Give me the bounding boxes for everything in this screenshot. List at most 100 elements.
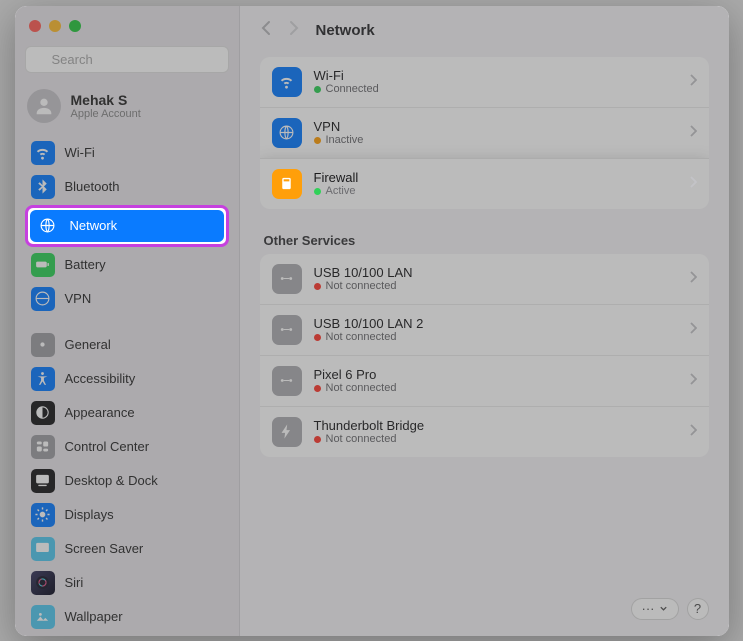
service-title: Pixel 6 Pro: [314, 367, 397, 382]
battery-icon: [31, 253, 55, 277]
wifi-icon: [272, 67, 302, 97]
sidebar-item-battery[interactable]: Battery: [25, 249, 229, 281]
close-window-button[interactable]: [29, 20, 41, 32]
service-row-pixel[interactable]: Pixel 6 ProNot connected: [260, 355, 709, 406]
service-row-vpn[interactable]: VPNInactive: [260, 107, 709, 158]
search-input[interactable]: [25, 46, 229, 73]
usb1-icon: [272, 264, 302, 294]
sidebar-item-desktop-dock[interactable]: Desktop & Dock: [25, 465, 229, 497]
vpn-icon: [31, 287, 55, 311]
usb2-icon: [272, 315, 302, 345]
sidebar-item-label: Network: [70, 218, 118, 233]
service-row-usb1[interactable]: USB 10/100 LANNot connected: [260, 254, 709, 304]
sidebar-item-label: Desktop & Dock: [65, 473, 158, 488]
sidebar: Mehak S Apple Account Wi-Fi Bluetooth Netw…: [15, 6, 240, 636]
account-name: Mehak S: [71, 92, 141, 108]
status-dot: [314, 385, 321, 392]
avatar: [27, 89, 61, 123]
status-dot: [314, 188, 321, 195]
sidebar-item-appearance[interactable]: Appearance: [25, 397, 229, 429]
pixel-icon: [272, 366, 302, 396]
sidebar-item-label: Appearance: [65, 405, 135, 420]
sidebar-item-accessibility[interactable]: Accessibility: [25, 363, 229, 395]
sidebar-item-label: Control Center: [65, 439, 150, 454]
status-dot: [314, 283, 321, 290]
sidebar-item-wallpaper[interactable]: Wallpaper: [25, 601, 229, 633]
sidebar-list: Wi-Fi Bluetooth Network Battery VPN General Ac…: [25, 137, 229, 636]
service-status: Connected: [314, 83, 379, 95]
thunderbolt-icon: [272, 417, 302, 447]
service-status: Inactive: [314, 134, 364, 146]
sidebar-item-wifi[interactable]: Wi-Fi: [25, 137, 229, 169]
sidebar-item-label: Battery: [65, 257, 106, 272]
search-field[interactable]: [25, 46, 229, 73]
chevron-right-icon: [689, 176, 697, 191]
service-title: Wi-Fi: [314, 68, 379, 83]
screen-saver-icon: [31, 537, 55, 561]
sidebar-item-label: Siri: [65, 575, 84, 590]
status-dot: [314, 436, 321, 443]
service-row-thunderbolt[interactable]: Thunderbolt BridgeNot connected: [260, 406, 709, 457]
main-services-list: Wi-FiConnectedVPNInactiveFirewallActive: [260, 57, 709, 209]
status-dot: [314, 137, 321, 144]
forward-button[interactable]: [288, 20, 300, 41]
status-dot: [314, 86, 321, 93]
service-status: Not connected: [314, 280, 413, 292]
chevron-right-icon: [689, 271, 697, 286]
sidebar-item-label: VPN: [65, 291, 92, 306]
help-button[interactable]: ?: [687, 598, 709, 620]
sidebar-item-general[interactable]: General: [25, 329, 229, 361]
other-services-label: Other Services: [264, 233, 709, 248]
service-row-wifi[interactable]: Wi-FiConnected: [260, 57, 709, 107]
service-status: Active: [314, 185, 359, 197]
service-title: Firewall: [314, 170, 359, 185]
chevron-right-icon: [689, 322, 697, 337]
appearance-icon: [31, 401, 55, 425]
vpn-icon: [272, 118, 302, 148]
main-panel: Network Wi-FiConnectedVPNInactiveFirewal…: [240, 6, 729, 636]
service-status: Not connected: [314, 331, 424, 343]
service-row-firewall[interactable]: FirewallActive: [260, 158, 709, 209]
page-title: Network: [316, 22, 375, 39]
back-button[interactable]: [260, 20, 272, 41]
service-title: VPN: [314, 119, 364, 134]
network-icon: [36, 214, 60, 238]
sidebar-item-screen-saver[interactable]: Screen Saver: [25, 533, 229, 565]
sidebar-item-vpn[interactable]: VPN: [25, 283, 229, 315]
chevron-right-icon: [689, 424, 697, 439]
service-status: Not connected: [314, 433, 425, 445]
general-icon: [31, 333, 55, 357]
control-center-icon: [31, 435, 55, 459]
sidebar-item-control-center[interactable]: Control Center: [25, 431, 229, 463]
other-services-list: USB 10/100 LANNot connectedUSB 10/100 LA…: [260, 254, 709, 457]
maximize-window-button[interactable]: [69, 20, 81, 32]
sidebar-item-displays[interactable]: Displays: [25, 499, 229, 531]
firewall-icon: [272, 169, 302, 199]
sidebar-item-network[interactable]: Network: [30, 210, 224, 242]
sidebar-item-label: General: [65, 337, 111, 352]
minimize-window-button[interactable]: [49, 20, 61, 32]
account-row[interactable]: Mehak S Apple Account: [25, 85, 229, 137]
displays-icon: [31, 503, 55, 527]
accessibility-icon: [31, 367, 55, 391]
status-dot: [314, 334, 321, 341]
desktop-dock-icon: [31, 469, 55, 493]
account-subtitle: Apple Account: [71, 108, 141, 120]
window-controls: [25, 16, 229, 46]
wifi-icon: [31, 141, 55, 165]
sidebar-item-label: Wi-Fi: [65, 145, 95, 160]
sidebar-item-label: Accessibility: [65, 371, 136, 386]
service-row-usb2[interactable]: USB 10/100 LAN 2Not connected: [260, 304, 709, 355]
chevron-right-icon: [689, 373, 697, 388]
sidebar-item-label: Screen Saver: [65, 541, 144, 556]
more-menu-button[interactable]: ···: [631, 598, 679, 620]
sidebar-item-label: Wallpaper: [65, 609, 123, 624]
sidebar-item-siri[interactable]: Siri: [25, 567, 229, 599]
footer: ··· ?: [240, 598, 729, 636]
sidebar-item-label: Bluetooth: [65, 179, 120, 194]
siri-icon: [31, 571, 55, 595]
chevron-down-icon: [659, 604, 668, 613]
service-title: USB 10/100 LAN 2: [314, 316, 424, 331]
chevron-right-icon: [689, 125, 697, 140]
sidebar-item-bluetooth[interactable]: Bluetooth: [25, 171, 229, 203]
